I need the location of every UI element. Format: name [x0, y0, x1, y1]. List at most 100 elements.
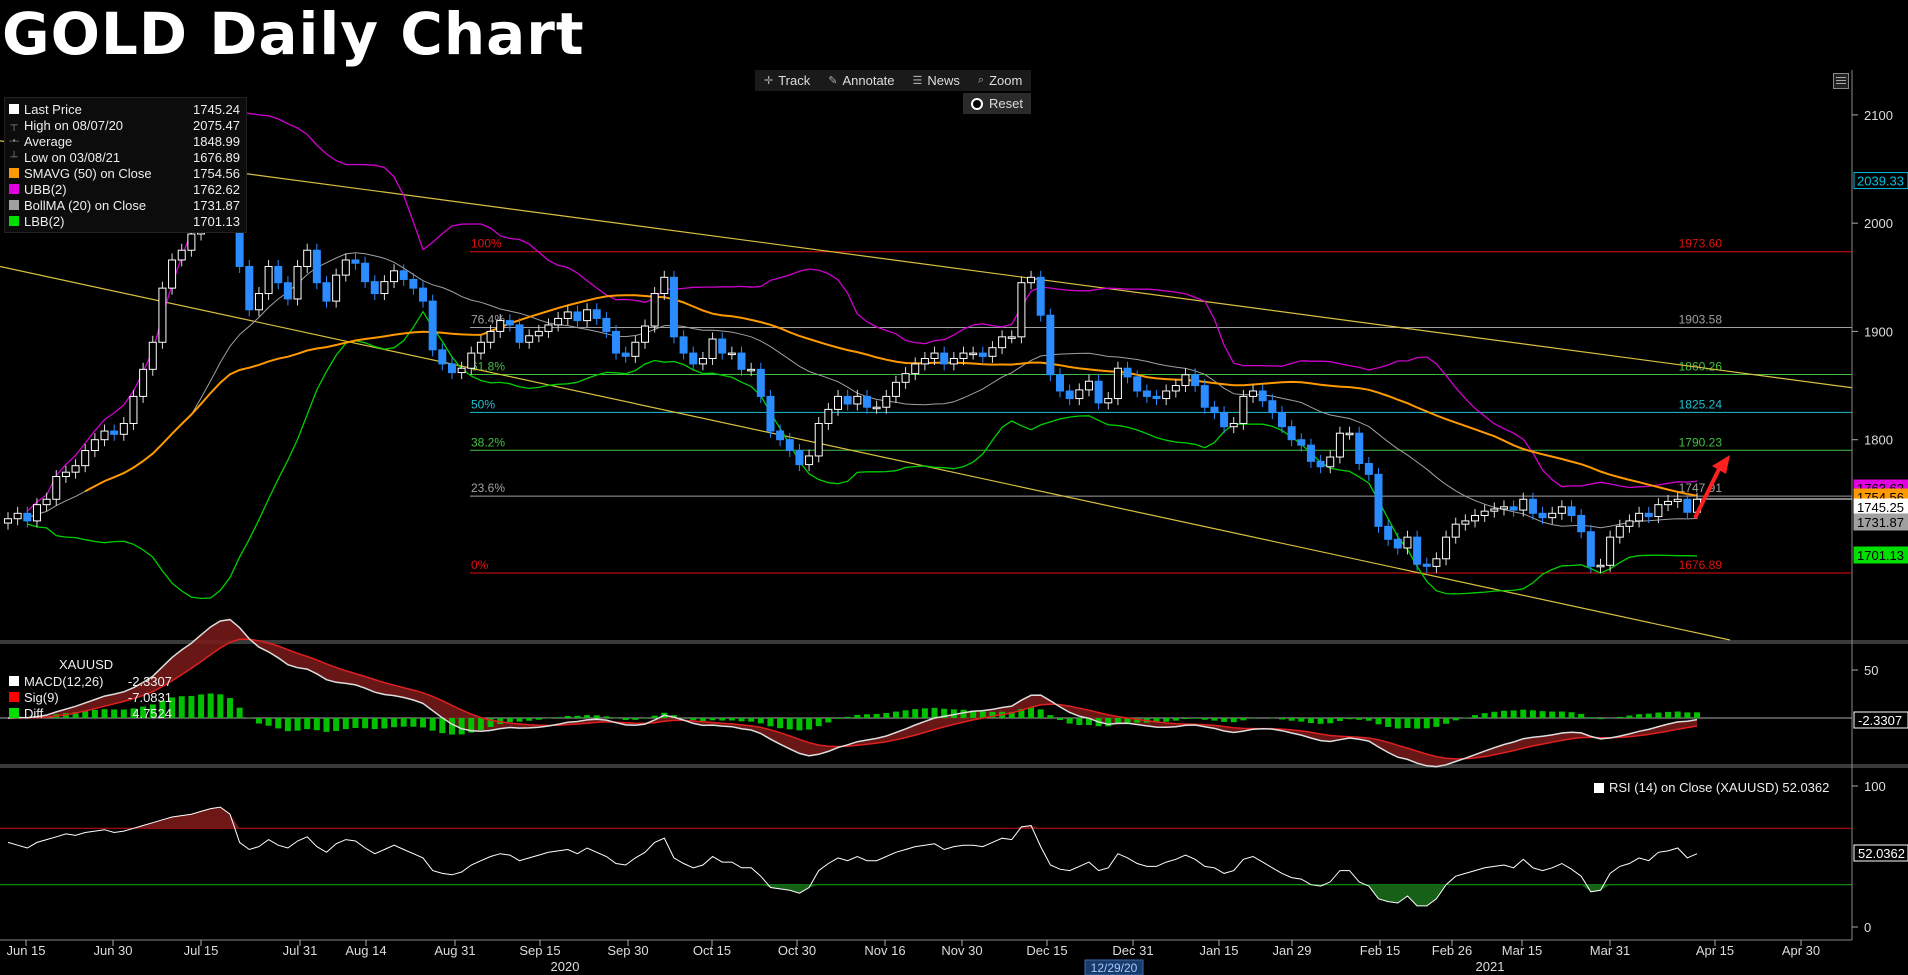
legend-item[interactable]: LBB(2) 1701.13: [9, 213, 240, 229]
candle-body: [254, 293, 263, 311]
panel-separator: [0, 640, 1908, 644]
candle-body: [640, 325, 649, 343]
macd-histogram-bar: [1250, 718, 1257, 719]
fib-level-value: 1973.60: [1679, 237, 1723, 251]
candle-body: [949, 358, 958, 365]
legend-item[interactable]: Sig(9) -7.0831: [9, 689, 172, 705]
x-tick-label: Sep 15: [519, 943, 560, 958]
candle-body: [1287, 426, 1296, 441]
zoom-button[interactable]: ⌕ Zoom: [969, 73, 1031, 88]
macd-histogram-bar: [410, 718, 417, 727]
macd-histogram-bar: [1558, 711, 1565, 718]
macd-histogram-bar: [1163, 718, 1170, 722]
candle-body: [756, 368, 765, 397]
macd-histogram-bar: [1481, 713, 1488, 718]
candle-body: [1374, 473, 1383, 527]
panel-menu-icon[interactable]: [1833, 73, 1849, 89]
macd-histogram-bar: [198, 694, 205, 718]
candle-body: [1451, 523, 1460, 538]
legend-item: ┴ Low on 03/08/21 1676.89: [9, 149, 240, 165]
legend-item[interactable]: SMAVG (50) on Close 1754.56: [9, 165, 240, 181]
news-icon: ☰: [912, 75, 923, 87]
candle-body: [457, 367, 466, 374]
x-tick-label: Nov 30: [941, 943, 982, 958]
legend-swatch: [9, 216, 19, 226]
candle-body: [1509, 506, 1518, 511]
candle-body: [1210, 406, 1219, 414]
candle-body: [920, 358, 929, 365]
price-legend: Last Price 1745.24 ┬ High on 08/07/20 2075.…: [4, 97, 247, 233]
macd-histogram-bar: [844, 716, 851, 718]
candle-body: [361, 262, 370, 283]
legend-value: 4.7524: [132, 705, 172, 721]
legend-label: LBB(2): [24, 213, 65, 229]
candle-body: [71, 465, 80, 473]
legend-value: 1848.99: [193, 133, 240, 149]
macd-header: XAUUSD: [59, 657, 114, 672]
macd-histogram-bar: [777, 718, 784, 729]
candle-body: [795, 450, 804, 466]
macd-histogram-bar: [1336, 718, 1343, 721]
x-tick-label: Mar 31: [1590, 943, 1630, 958]
candle-body: [1306, 444, 1315, 462]
candle-body: [843, 395, 852, 405]
macd-histogram-bar: [1529, 710, 1536, 718]
fib-level-value: 1676.89: [1679, 558, 1723, 572]
candle-body: [476, 341, 485, 354]
macd-histogram-bar: [719, 718, 726, 721]
legend-label: SMAVG (50) on Close: [24, 165, 152, 181]
candle-body: [1220, 412, 1229, 428]
x-tick-label: Dec 15: [1026, 943, 1067, 958]
macd-histogram-bar: [1192, 718, 1199, 719]
candle-body: [419, 287, 428, 302]
macd-histogram-bar: [1684, 712, 1691, 718]
candle-body: [1084, 380, 1093, 391]
pencil-icon: ✎: [828, 75, 838, 87]
rsi-legend[interactable]: RSI (14) on Close (XAUUSD) 52.0362: [1591, 779, 1833, 796]
legend-item[interactable]: BollMA (20) on Close 1731.87: [9, 197, 240, 213]
candle-body: [23, 512, 32, 522]
legend-item[interactable]: MACD(12,26) -2.3307: [9, 673, 172, 689]
price-indicators: [26, 111, 1698, 600]
legend-item[interactable]: UBB(2) 1762.62: [9, 181, 240, 197]
macd-histogram-bar: [371, 718, 378, 730]
legend-item[interactable]: Last Price 1745.24: [9, 101, 240, 117]
gold-daily-chart[interactable]: 100% 1973.6076.4% 1903.5861.8% 1860.2650% 18…: [0, 0, 1908, 975]
magnifier-icon: ⌕: [977, 74, 985, 86]
candle-body: [409, 278, 418, 289]
rsi-value-tag-label: 52.0362: [1858, 846, 1905, 861]
candle-body: [650, 293, 659, 327]
macd-histogram-bar: [1597, 718, 1604, 720]
macd-histogram-bar: [912, 709, 919, 718]
candle-body: [1644, 512, 1653, 518]
macd-histogram-bar: [815, 718, 822, 727]
candle-body: [1133, 376, 1142, 392]
track-button[interactable]: ✛ Track: [755, 73, 819, 88]
legend-item[interactable]: Diff 4.7524: [9, 705, 172, 721]
red-arrow-head: [1712, 455, 1730, 474]
candle-body: [168, 259, 177, 289]
candle-body: [544, 324, 553, 332]
candle-body: [390, 270, 399, 283]
candle-body: [1046, 314, 1055, 376]
low-marker-icon: ┴: [10, 151, 18, 163]
macd-histogram-bar: [1037, 709, 1044, 718]
candle-body: [988, 347, 997, 357]
annotate-button[interactable]: ✎ Annotate: [819, 73, 903, 88]
crosshair-icon: ✛: [764, 75, 774, 87]
x-year-label: 2021: [1476, 959, 1505, 974]
reset-button[interactable]: Reset: [963, 93, 1031, 114]
macd-histogram-bar: [1240, 718, 1247, 721]
legend-value: -2.3307: [127, 673, 172, 689]
candle-body: [959, 352, 968, 360]
candle-body: [1162, 390, 1171, 400]
candle-body: [1548, 512, 1557, 519]
legend-swatch: [9, 184, 19, 194]
legend-item: -•- Average 1848.99: [9, 133, 240, 149]
news-button[interactable]: ☰ News: [904, 73, 969, 88]
legend-swatch: [9, 676, 19, 686]
candle-body: [1567, 506, 1576, 516]
y-tick-label: 2100: [1864, 108, 1893, 123]
y-tick-label: 1800: [1864, 433, 1893, 448]
candle-body: [747, 368, 756, 372]
